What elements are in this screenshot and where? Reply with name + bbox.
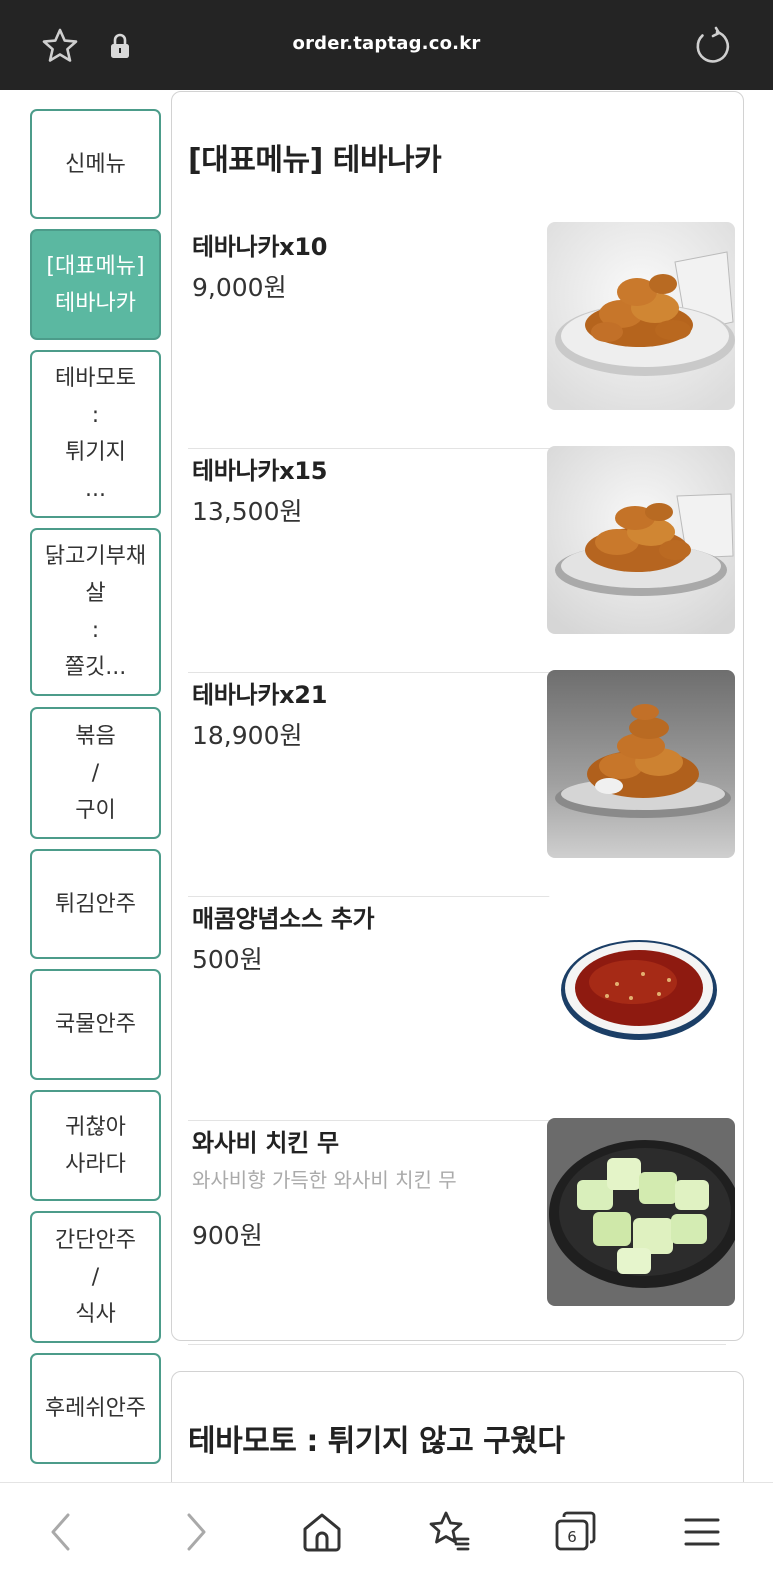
pickled-radish-photo	[547, 1118, 735, 1306]
menu-item[interactable]: 테바나카x10 9,000원	[188, 222, 735, 449]
browser-top-bar: order.taptag.co.kr	[0, 0, 773, 90]
category-new-menu[interactable]: 신메뉴	[30, 109, 161, 219]
category-soup-snacks[interactable]: 국물안주	[30, 969, 161, 1080]
menu-item-price: 900원	[192, 1221, 263, 1250]
category-signature-tebanaka[interactable]: [대표메뉴] 테바나카	[30, 229, 161, 340]
menu-item-price: 9,000원	[192, 273, 287, 302]
menu-section-panel: 테바모토 : 튀기지 않고 구웠다	[171, 1371, 744, 1482]
category-tebamoto[interactable]: 테바모토 : 튀기지 ...	[30, 350, 161, 518]
menu-section-panel: [대표메뉴] 테바나카 테바나카x10 9,000원 테바나카x15 13,50…	[171, 91, 744, 1345]
section-title: [대표메뉴] 테바나카	[188, 143, 442, 178]
fried-wings-photo	[547, 446, 735, 634]
browser-bottom-bar: 6	[0, 1482, 773, 1591]
category-fried-snacks[interactable]: 튀김안주	[30, 849, 161, 959]
menu-item-name: 테바나카x15	[192, 457, 328, 485]
category-chicken-flat-iron[interactable]: 닭고기부채 살 : 쫄깃...	[30, 528, 161, 696]
menu-item[interactable]: 테바나카x15 13,500원	[188, 446, 735, 673]
category-fresh-snacks[interactable]: 후레쉬안주	[30, 1353, 161, 1464]
tab-count: 6	[567, 1528, 577, 1546]
tabs-icon[interactable]: 6	[551, 1507, 601, 1557]
category-stir-fry-grill[interactable]: 볶음 / 구이	[30, 707, 161, 839]
menu-item-name: 매콤양념소스 추가	[192, 905, 375, 933]
menu-item[interactable]: 와사비 치킨 무 와사비향 가득한 와사비 치킨 무 900원	[188, 1118, 735, 1345]
menu-item-name: 테바나카x21	[192, 681, 328, 709]
back-icon[interactable]	[37, 1507, 87, 1557]
page-viewport: 신메뉴 [대표메뉴] 테바나카 테바모토 : 튀기지 ... 닭고기부채 살 :…	[0, 90, 773, 1482]
menu-item[interactable]: 매콤양념소스 추가 500원	[188, 894, 735, 1121]
address-bar-url[interactable]: order.taptag.co.kr	[0, 33, 773, 54]
menu-item-name: 와사비 치킨 무	[192, 1129, 339, 1157]
menu-item-price: 500원	[192, 945, 263, 974]
menu-item-price: 18,900원	[192, 721, 303, 750]
menu-icon[interactable]	[677, 1507, 727, 1557]
chili-sauce-photo	[547, 894, 735, 1082]
category-light-snacks-meals[interactable]: 간단안주 / 식사	[30, 1211, 161, 1343]
section-title: 테바모토 : 튀기지 않고 구웠다	[188, 1424, 565, 1459]
home-icon[interactable]	[297, 1507, 347, 1557]
menu-item-price: 13,500원	[192, 497, 303, 526]
bookmarks-icon[interactable]	[424, 1507, 474, 1557]
forward-icon[interactable]	[170, 1507, 220, 1557]
category-salad[interactable]: 귀찮아 사라다	[30, 1090, 161, 1201]
fried-wings-photo	[547, 670, 735, 858]
reload-icon[interactable]	[692, 26, 732, 66]
menu-item-name: 테바나카x10	[192, 233, 328, 261]
menu-item[interactable]: 테바나카x21 18,900원	[188, 670, 735, 897]
menu-item-description: 와사비향 가득한 와사비 치킨 무	[192, 1168, 457, 1192]
fried-wings-photo	[547, 222, 735, 410]
